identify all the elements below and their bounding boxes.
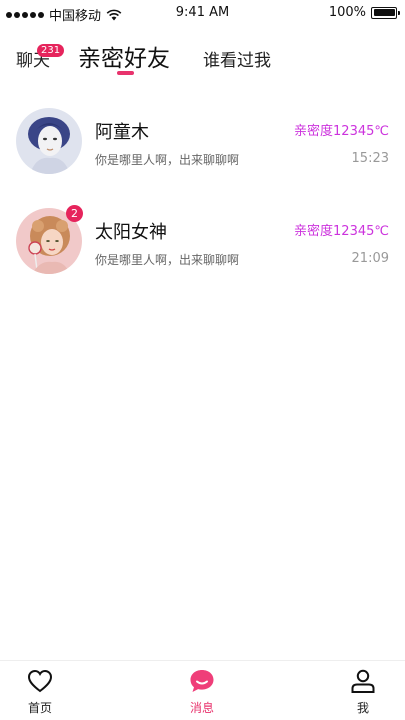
intimacy-score: 亲密度12345℃	[294, 124, 389, 139]
chat-unread-badge: 231	[37, 44, 65, 57]
tabbar-home-label: 首页	[27, 701, 52, 715]
tab-close-friends[interactable]: 亲密好友	[78, 39, 170, 73]
person-icon	[351, 669, 375, 693]
heart-icon	[27, 669, 53, 693]
list-item[interactable]: 阿童木 亲密度12345℃ 你是哪里人啊，出来聊聊啊 15:23	[0, 100, 405, 200]
tabbar-home[interactable]: 首页	[10, 667, 70, 716]
last-message: 你是哪里人啊，出来聊聊啊	[95, 253, 240, 267]
tab-visitors[interactable]: 谁看过我	[203, 46, 271, 71]
battery-percent: 100%	[328, 5, 366, 20]
tabbar-messages[interactable]: 消息	[172, 667, 232, 716]
avatar-image	[16, 108, 82, 174]
last-message: 你是哪里人啊，出来聊聊啊	[95, 153, 240, 167]
active-tab-indicator	[117, 71, 134, 75]
message-time: 21:09	[351, 251, 389, 266]
battery-icon	[371, 6, 400, 19]
tabbar-me-label: 我	[356, 701, 369, 715]
chat-bubble-icon	[190, 670, 214, 692]
intimacy-score: 亲密度12345℃	[294, 224, 389, 239]
status-right: 100%	[328, 5, 400, 20]
avatar[interactable]	[16, 108, 82, 174]
contact-name: 太阳女神	[95, 222, 167, 243]
top-tabs: 聊天 231 亲密好友 谁看过我	[0, 36, 405, 80]
friends-list: 阿童木 亲密度12345℃ 你是哪里人啊，出来聊聊啊 15:23 2 太阳女神 …	[0, 100, 405, 300]
bottom-tab-bar: 首页 消息 我	[0, 660, 405, 720]
tabbar-messages-label: 消息	[189, 701, 214, 715]
list-item[interactable]: 2 太阳女神 亲密度12345℃ 你是哪里人啊，出来聊聊啊 21:09	[0, 200, 405, 300]
message-time: 15:23	[351, 151, 389, 166]
status-bar: 中国移动 9:41 AM 100%	[0, 0, 405, 26]
contact-name: 阿童木	[95, 122, 149, 143]
tabbar-me[interactable]: 我	[333, 667, 393, 716]
unread-count-badge: 2	[66, 205, 83, 222]
